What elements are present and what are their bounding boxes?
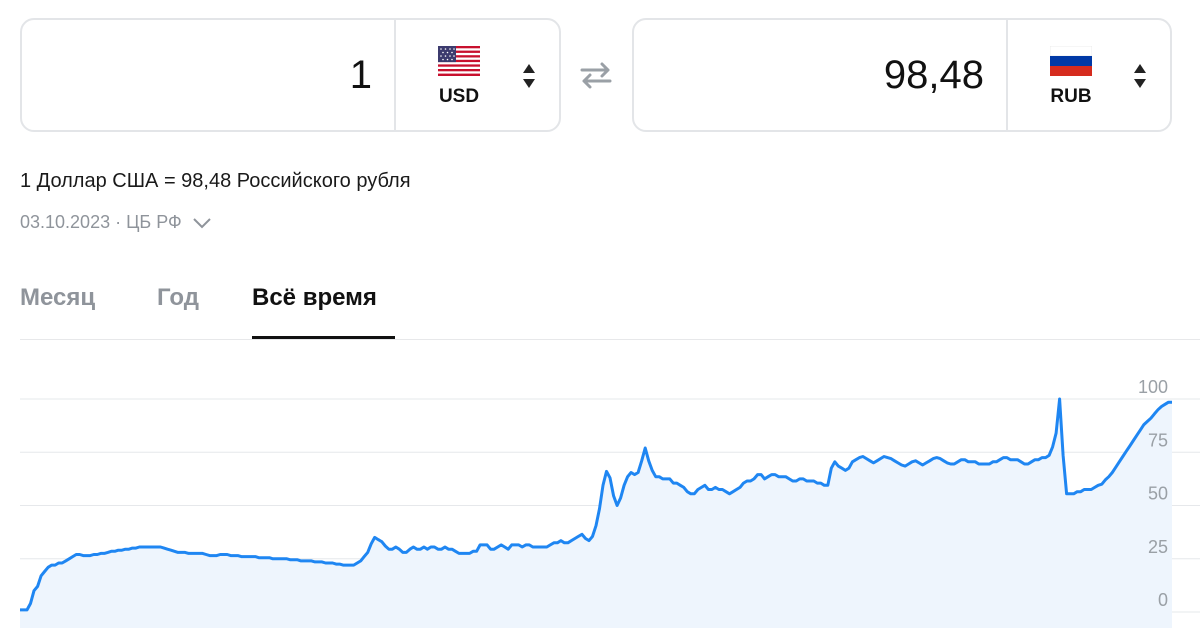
from-amount-value[interactable]: 1 bbox=[22, 20, 394, 130]
rate-history-chart[interactable]: 0 25 50 75 100 bbox=[0, 342, 1200, 628]
to-currency-box: 98,48 RUB bbox=[632, 18, 1172, 132]
tab-year[interactable]: Год bbox=[157, 284, 199, 312]
exchange-rate-text: 1 Доллар США = 98,48 Российского рубля bbox=[20, 170, 411, 192]
tabs-divider bbox=[20, 339, 1200, 340]
from-currency-select[interactable]: USD bbox=[396, 20, 559, 130]
to-amount-field[interactable]: 98,48 bbox=[634, 20, 1006, 130]
sort-arrows-icon[interactable] bbox=[1132, 62, 1148, 90]
from-currency-code: USD bbox=[438, 86, 480, 107]
us-flag-icon bbox=[438, 46, 480, 76]
tab-all-time[interactable]: Всё время bbox=[252, 284, 377, 312]
y-tick-label: 0 bbox=[1158, 590, 1168, 610]
to-currency-code: RUB bbox=[1050, 86, 1092, 107]
period-tabs: Месяц Год Всё время bbox=[20, 284, 1170, 340]
from-amount-field[interactable]: 1 bbox=[22, 20, 394, 130]
chevron-down-icon bbox=[192, 217, 211, 228]
y-tick-label: 75 bbox=[1148, 430, 1168, 450]
to-amount-value[interactable]: 98,48 bbox=[634, 20, 1006, 130]
rate-source-dropdown[interactable]: 03.10.2023 · ЦБ РФ bbox=[20, 212, 212, 233]
y-tick-label: 25 bbox=[1148, 537, 1168, 557]
swap-icon[interactable] bbox=[578, 60, 614, 90]
chart-area-fill bbox=[20, 399, 1172, 628]
sort-arrows-icon[interactable] bbox=[521, 62, 537, 90]
rate-date-source: 03.10.2023 · ЦБ РФ bbox=[20, 212, 182, 232]
y-tick-label: 50 bbox=[1148, 484, 1168, 504]
tab-month[interactable]: Месяц bbox=[20, 284, 95, 312]
y-tick-label: 100 bbox=[1138, 377, 1168, 397]
to-currency-select[interactable]: RUB bbox=[1008, 20, 1170, 130]
ru-flag-icon bbox=[1050, 46, 1092, 76]
from-currency-box: 1 USD bbox=[20, 18, 561, 132]
